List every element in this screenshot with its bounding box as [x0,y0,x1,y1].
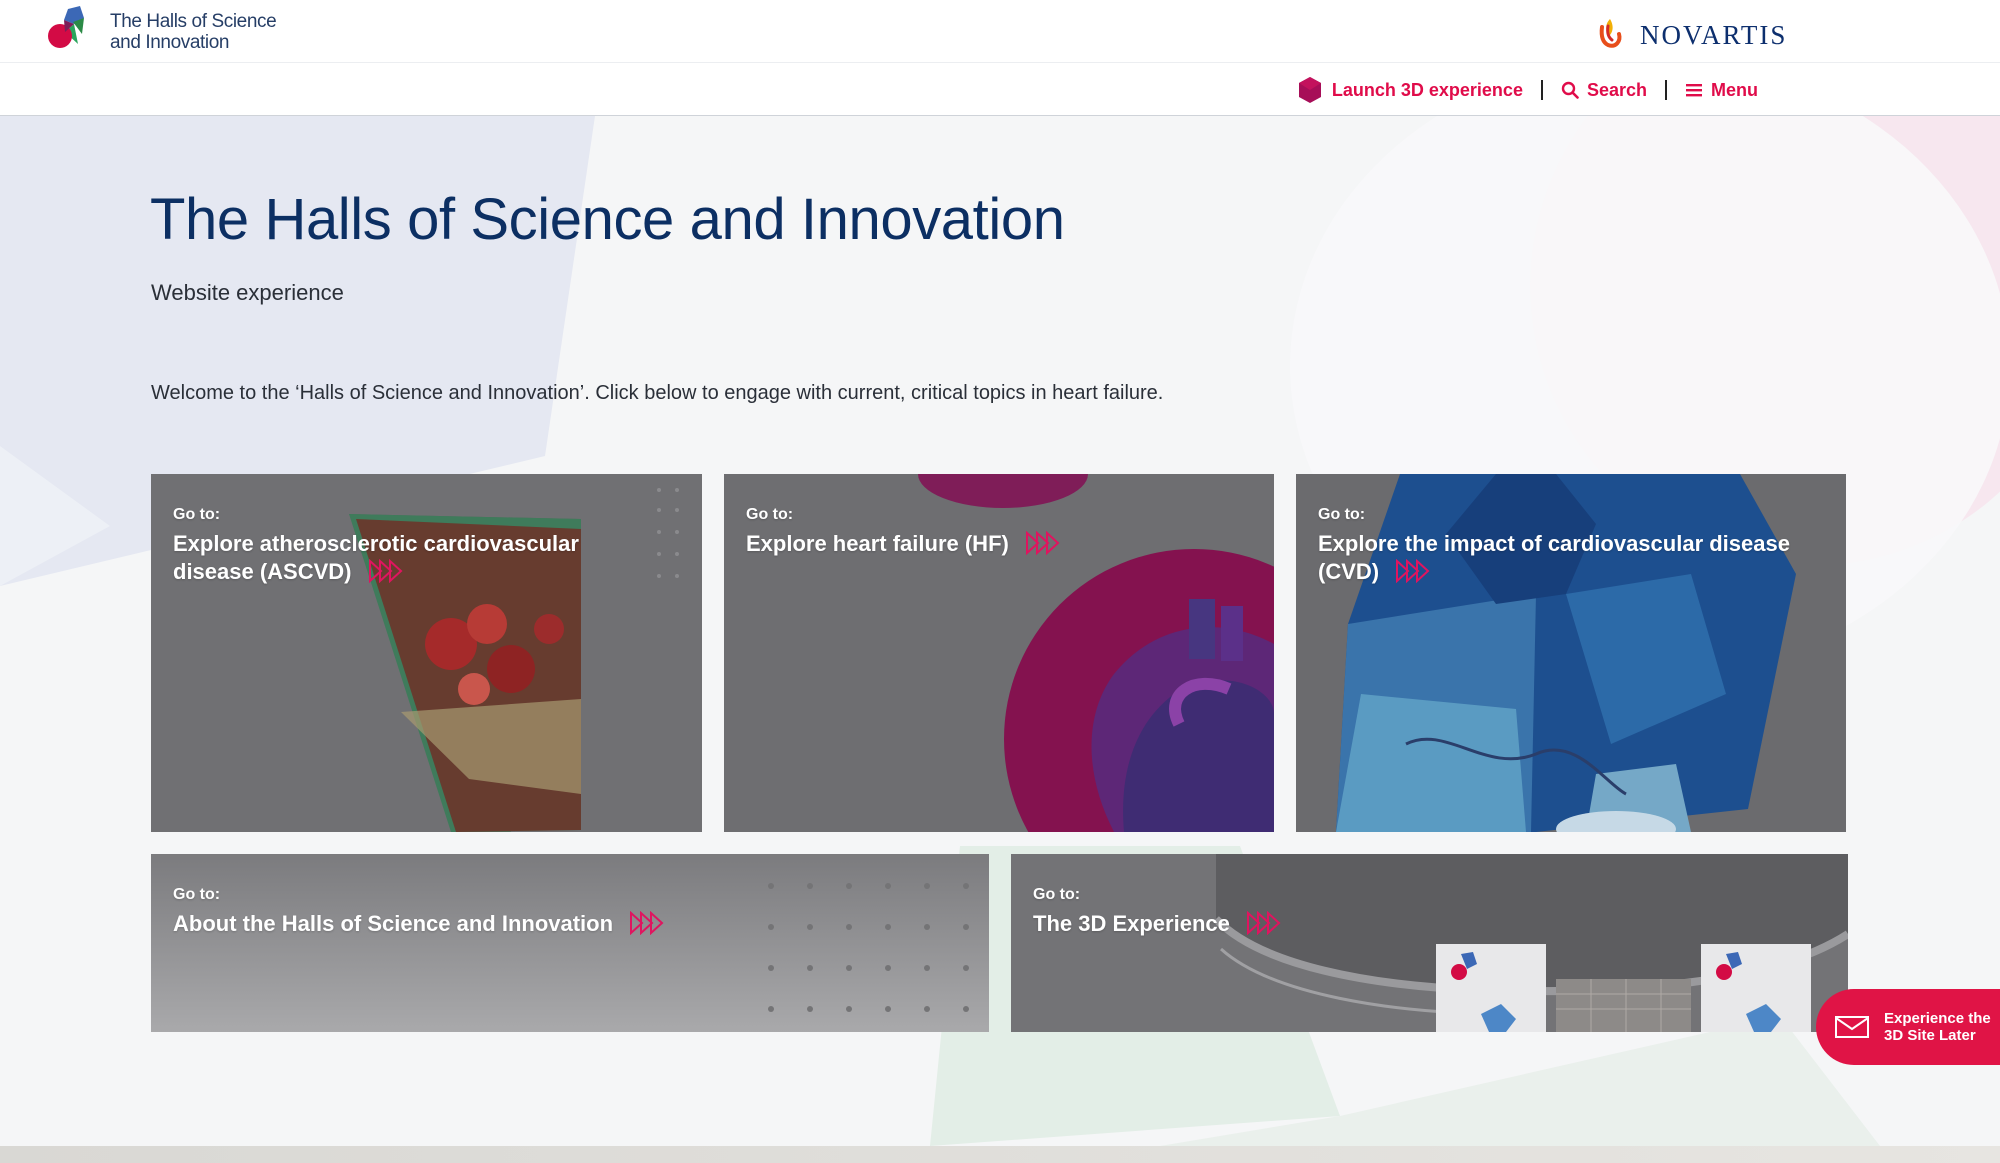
triple-chevron-icon [1025,531,1060,555]
experience-later-line-1: Experience the [1884,1010,1991,1027]
card-title-line-2: (CVD) [1318,558,1790,586]
menu-button[interactable]: Menu [1685,80,1758,101]
card-cvd[interactable]: Go to: Explore the impact of cardiovascu… [1296,474,1846,832]
footer-band [0,1146,2000,1163]
mail-icon [1835,1016,1869,1038]
halls-logo-icon [44,4,100,60]
triple-chevron-icon [1396,559,1430,583]
card-about-text: Go to: About the Halls of Science and In… [173,886,669,938]
triple-chevron-icon [1247,911,1281,935]
experience-later-label: Experience the 3D Site Later [1884,1010,1991,1044]
card-ascvd-text: Go to: Explore atherosclerotic cardiovas… [173,506,579,586]
card-title-line-1: Explore atherosclerotic cardiovascular [173,531,579,556]
card-title-line-1: Explore heart failure (HF) [746,530,1065,558]
card-go-label: Go to: [1318,506,1366,523]
card-cvd-text: Go to: Explore the impact of cardiovascu… [1318,506,1790,586]
search-link[interactable]: Search [1561,80,1647,101]
brand-logo[interactable]: The Halls of Science and Innovation [44,4,284,60]
nav-separator [1665,80,1667,100]
card-title-line-1: The 3D Experience [1033,910,1286,938]
novartis-wordmark: NOVARTIS [1640,19,1788,50]
card-heart-failure-text: Go to: Explore heart failure (HF) [746,506,1065,558]
card-title-line-1: About the Halls of Science and Innovatio… [173,910,669,938]
card-ascvd[interactable]: Go to: Explore atherosclerotic cardiovas… [151,474,702,832]
search-label: Search [1586,79,1647,100]
card-go-label: Go to: [173,506,221,523]
card-go-label: Go to: [1033,886,1081,903]
page-title: The Halls of Science and Innovation [150,187,1065,252]
intro-text: Welcome to the ‘Halls of Science and Inn… [151,382,1164,404]
experience-later-line-2: 3D Site Later [1884,1027,1976,1044]
hexagon-icon [1298,77,1321,103]
brand-line-1: The Halls of Science [110,11,277,32]
card-heart-failure[interactable]: Go to: Explore heart failure (HF) [724,474,1274,832]
site-header: The Halls of Science and Innovation NOVA… [0,0,2000,116]
triple-chevron-icon [368,559,403,583]
brand-line-2: and Innovation [110,32,230,53]
brand-wordmark: The Halls of Science and Innovation [110,11,277,53]
about-artwork [151,854,989,1032]
card-about[interactable]: Go to: About the Halls of Science and In… [151,854,989,1032]
card-3d-experience-text: Go to: The 3D Experience [1033,886,1286,938]
launch-3d-link[interactable]: Launch 3D experience [1296,76,1523,104]
3d-experience-artwork [1011,854,1848,1032]
hamburger-icon [1686,84,1702,97]
hero-section: The Halls of Science and Innovation Webs… [0,116,2000,1146]
card-3d-experience[interactable]: Go to: The 3D Experience [1011,854,1848,1032]
header-divider [0,62,2000,63]
utility-nav: Launch 3D experience Search Menu [1296,72,1758,108]
menu-label: Menu [1711,79,1758,100]
card-go-label: Go to: [746,506,794,523]
experience-later-button[interactable]: Experience the 3D Site Later [1816,989,2000,1065]
launch-3d-label: Launch 3D experience [1331,79,1523,100]
card-title-line-1: Explore the impact of cardiovascular dis… [1318,531,1790,556]
novartis-flame-icon [1599,19,1622,48]
triple-chevron-icon [630,911,664,935]
search-icon [1561,81,1579,99]
novartis-logo[interactable]: NOVARTIS [1594,15,1787,55]
page-subtitle: Website experience [151,280,344,305]
nav-separator [1540,80,1543,100]
card-title-line-2: disease (ASCVD) [173,558,579,586]
card-go-label: Go to: [173,886,221,903]
